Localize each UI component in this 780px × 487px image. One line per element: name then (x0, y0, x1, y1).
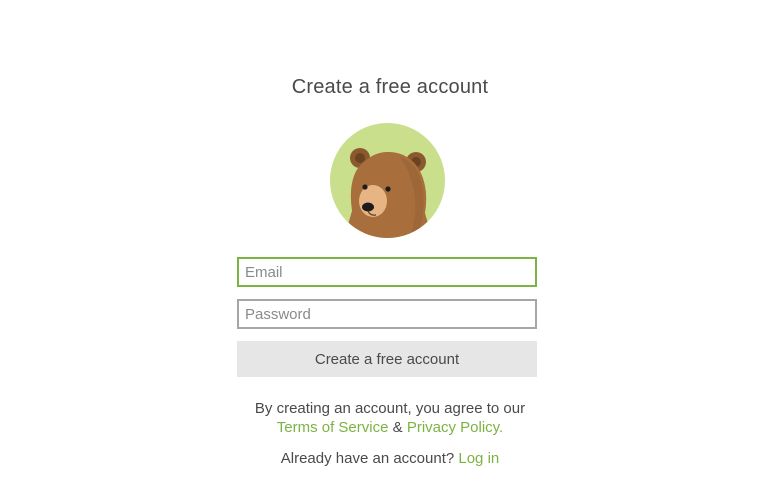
log-in-link[interactable]: Log in (458, 450, 499, 467)
login-prompt: Already have an account? (280, 450, 455, 467)
create-account-button[interactable]: Create a free account (237, 341, 537, 377)
page-title: Create a free account (291, 76, 489, 98)
terms-of-service-link[interactable]: Terms of Service (277, 419, 389, 436)
terms-and: & (392, 419, 403, 436)
email-field[interactable] (237, 257, 537, 287)
password-field[interactable] (237, 299, 537, 329)
bear-mascot-icon (330, 123, 445, 238)
terms-notice: By creating an account, you agree to our… (0, 399, 780, 437)
terms-intro: By creating an account, you agree to our (254, 400, 526, 417)
login-prompt-line: Already have an account? Log in (0, 450, 780, 467)
privacy-policy-link[interactable]: Privacy Policy. (407, 419, 503, 436)
create-account-page: Create a free account Create a free acco… (0, 0, 780, 487)
